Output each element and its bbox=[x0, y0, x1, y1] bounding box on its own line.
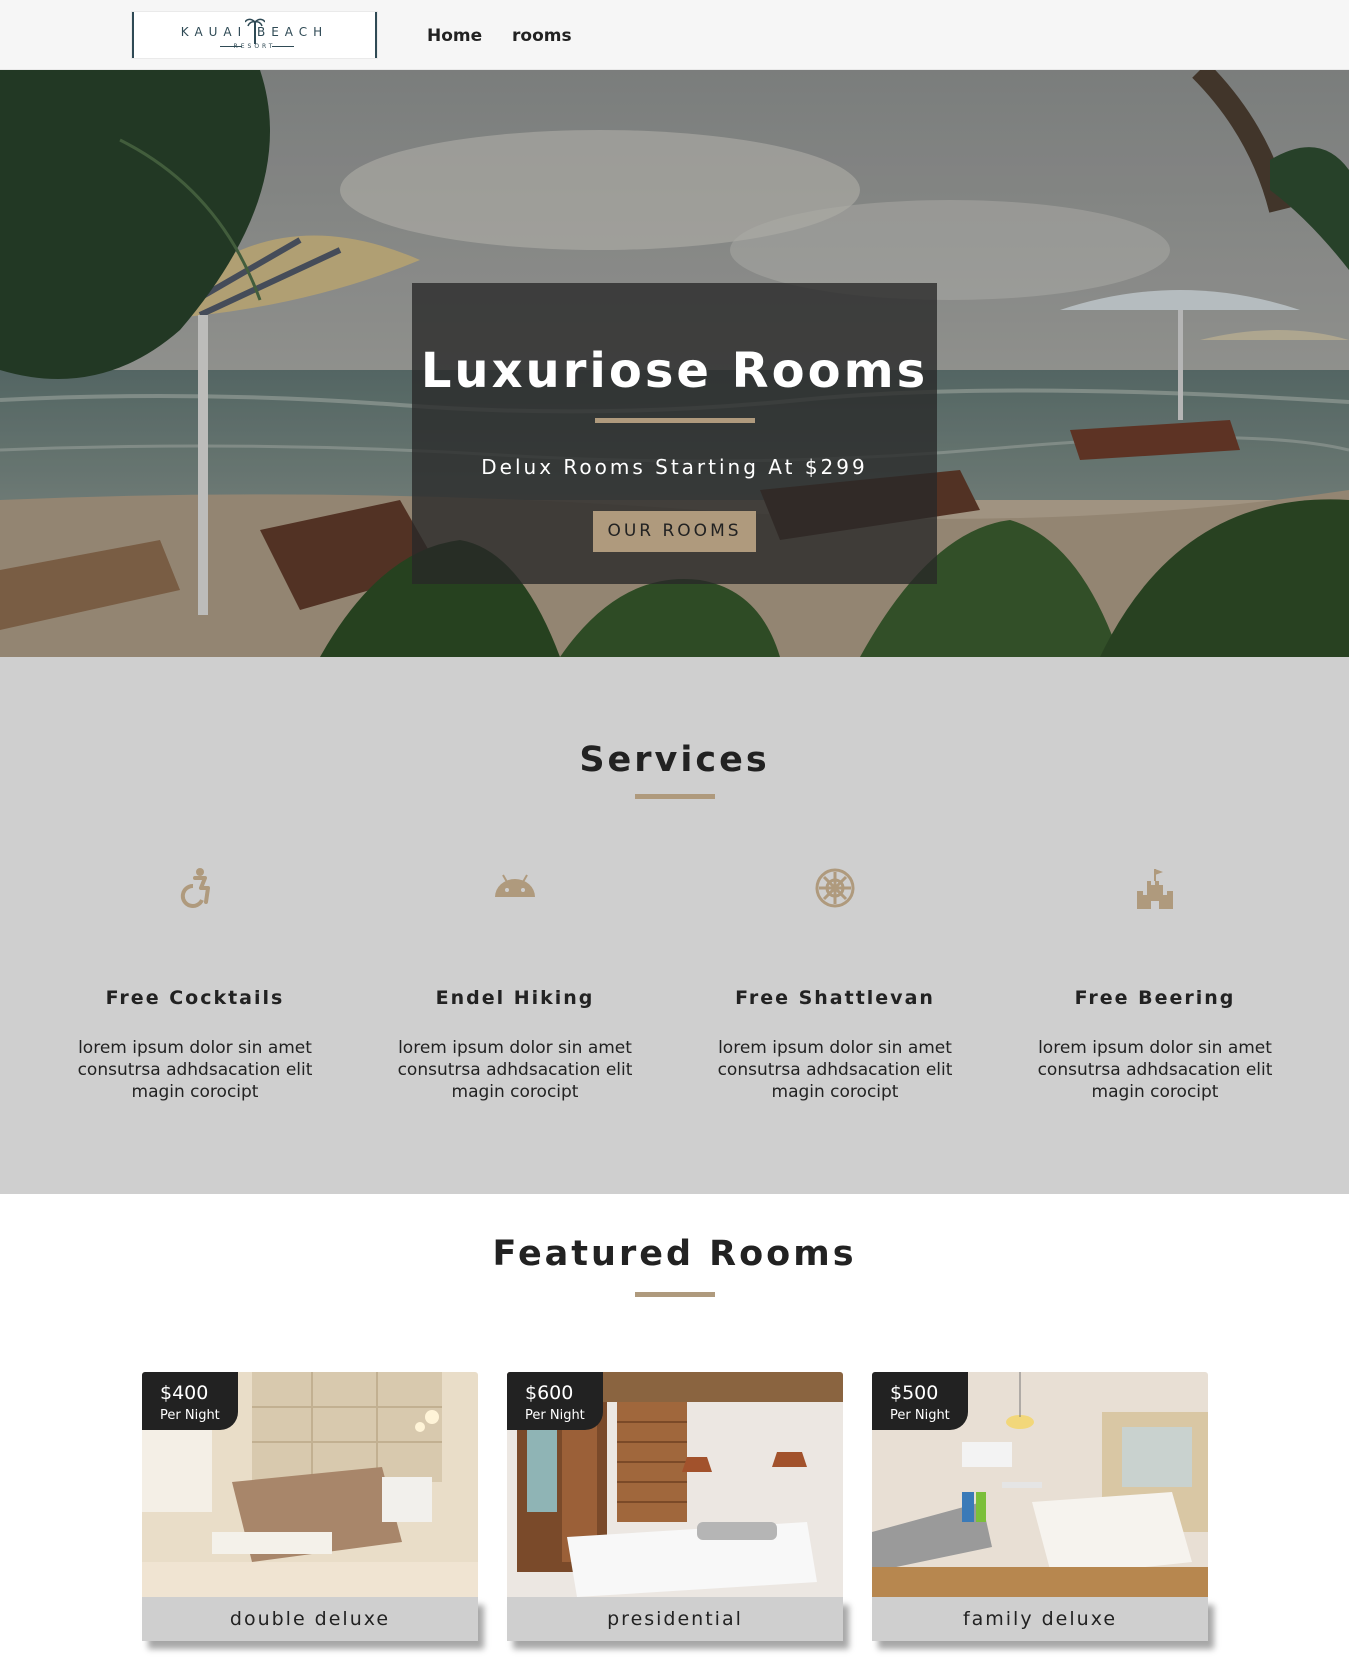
hero-overlay-box: Luxuriose Rooms Delux Rooms Starting At … bbox=[412, 283, 937, 584]
room-name[interactable]: double deluxe bbox=[142, 1597, 478, 1641]
room-name[interactable]: presidential bbox=[507, 1597, 843, 1641]
price-badge: $600 Per Night bbox=[507, 1372, 603, 1430]
services-title-rule bbox=[635, 794, 715, 799]
service-text: lorem ipsum dolor sin amet consutrsa adh… bbox=[1037, 1038, 1273, 1102]
price-per-night: Per Night bbox=[160, 1408, 220, 1423]
room-name[interactable]: family deluxe bbox=[872, 1597, 1208, 1641]
service-title: Free Shattlevan bbox=[735, 987, 935, 1009]
price-per-night: Per Night bbox=[525, 1408, 585, 1423]
logo-sub-text: RESORT bbox=[233, 43, 276, 50]
castle-icon bbox=[1137, 869, 1173, 909]
service-title: Free Beering bbox=[1074, 987, 1236, 1009]
price-badge: $500 Per Night bbox=[872, 1372, 968, 1430]
nav-link-rooms[interactable]: rooms bbox=[512, 26, 572, 46]
room-card[interactable]: $400 Per Night double deluxe bbox=[142, 1372, 478, 1652]
service-title: Endel Hiking bbox=[435, 987, 595, 1009]
galactic-empire-icon bbox=[815, 868, 855, 908]
hero-banner: Luxuriose Rooms Delux Rooms Starting At … bbox=[0, 70, 1349, 657]
featured-rooms-title: Featured Rooms bbox=[492, 1234, 857, 1274]
service-text: lorem ipsum dolor sin amet consutrsa adh… bbox=[77, 1038, 313, 1102]
services-section: Services Free Cocktails lorem ipsum dolo… bbox=[0, 657, 1349, 1194]
room-card[interactable]: $600 Per Night presidential bbox=[507, 1372, 843, 1652]
service-title: Free Cocktails bbox=[105, 987, 285, 1009]
hero-subtitle: Delux Rooms Starting At $299 bbox=[481, 455, 868, 479]
hero-title: Luxuriose Rooms bbox=[420, 343, 929, 399]
room-card[interactable]: $500 Per Night family deluxe bbox=[872, 1372, 1208, 1652]
price-amount: $500 bbox=[890, 1382, 939, 1404]
featured-rooms-title-rule bbox=[635, 1292, 715, 1297]
price-amount: $400 bbox=[160, 1382, 209, 1404]
navbar: KAUAI BEACH RESORT Home rooms bbox=[0, 0, 1349, 70]
price-badge: $400 Per Night bbox=[142, 1372, 238, 1430]
service-text: lorem ipsum dolor sin amet consutrsa adh… bbox=[397, 1038, 633, 1102]
price-amount: $600 bbox=[525, 1382, 574, 1404]
android-icon bbox=[495, 874, 535, 897]
our-rooms-button[interactable]: OUR ROOMS bbox=[593, 511, 756, 552]
palm-tree-icon bbox=[245, 18, 265, 44]
accessibility-icon bbox=[180, 868, 210, 908]
featured-rooms-section: Featured Rooms $400 Per Night double del… bbox=[0, 1194, 1349, 1670]
service-text: lorem ipsum dolor sin amet consutrsa adh… bbox=[717, 1038, 953, 1102]
services-title: Services bbox=[579, 740, 770, 780]
price-per-night: Per Night bbox=[890, 1408, 950, 1423]
logo-rule-right bbox=[272, 46, 294, 47]
logo[interactable]: KAUAI BEACH RESORT bbox=[132, 12, 377, 58]
hero-title-rule bbox=[595, 418, 755, 423]
nav-link-home[interactable]: Home bbox=[427, 26, 482, 46]
